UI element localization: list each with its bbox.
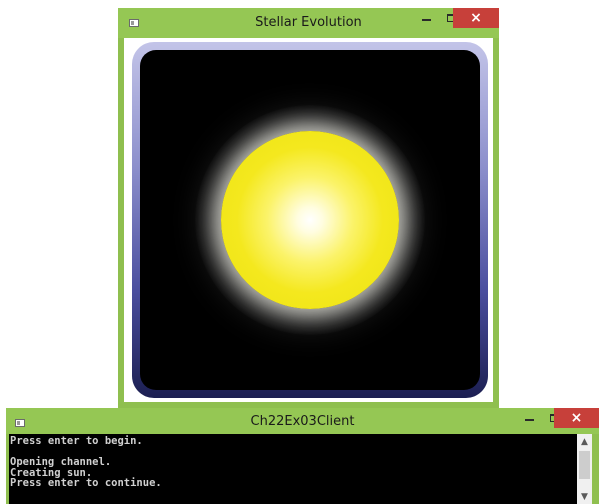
scroll-thumb[interactable]: [579, 451, 590, 479]
close-button[interactable]: ×: [453, 8, 499, 28]
scroll-down-arrow-icon[interactable]: ▼: [577, 489, 592, 504]
stellar-content-area: [124, 38, 493, 402]
console-window: Ch22Ex03Client × Press enter to begin. O…: [6, 408, 599, 504]
console-close-button[interactable]: ×: [554, 408, 599, 428]
console-text: Press enter to begin. Opening channel. C…: [10, 436, 575, 489]
minimize-icon: [524, 419, 534, 421]
minimize-button[interactable]: [413, 8, 439, 28]
console-line: Opening channel.: [10, 456, 112, 468]
console-output[interactable]: Press enter to begin. Opening channel. C…: [9, 434, 592, 504]
stellar-evolution-window: Stellar Evolution ×: [118, 8, 499, 408]
console-minimize-button[interactable]: [516, 408, 542, 428]
close-icon: ×: [570, 410, 583, 426]
space-background: [140, 50, 480, 390]
console-window-title: Ch22Ex03Client: [250, 414, 355, 429]
scroll-up-arrow-icon[interactable]: ▲: [577, 434, 592, 449]
console-line: Press enter to continue.: [10, 477, 162, 489]
stellar-title-bar[interactable]: Stellar Evolution ×: [118, 8, 499, 38]
minimize-icon: [421, 19, 431, 21]
star-display-frame: [132, 42, 488, 398]
console-line: Press enter to begin.: [10, 435, 143, 447]
console-title-bar[interactable]: Ch22Ex03Client ×: [6, 408, 599, 434]
close-icon: ×: [470, 10, 482, 26]
console-scrollbar[interactable]: ▲ ▼: [577, 434, 592, 504]
sun: [221, 131, 399, 309]
